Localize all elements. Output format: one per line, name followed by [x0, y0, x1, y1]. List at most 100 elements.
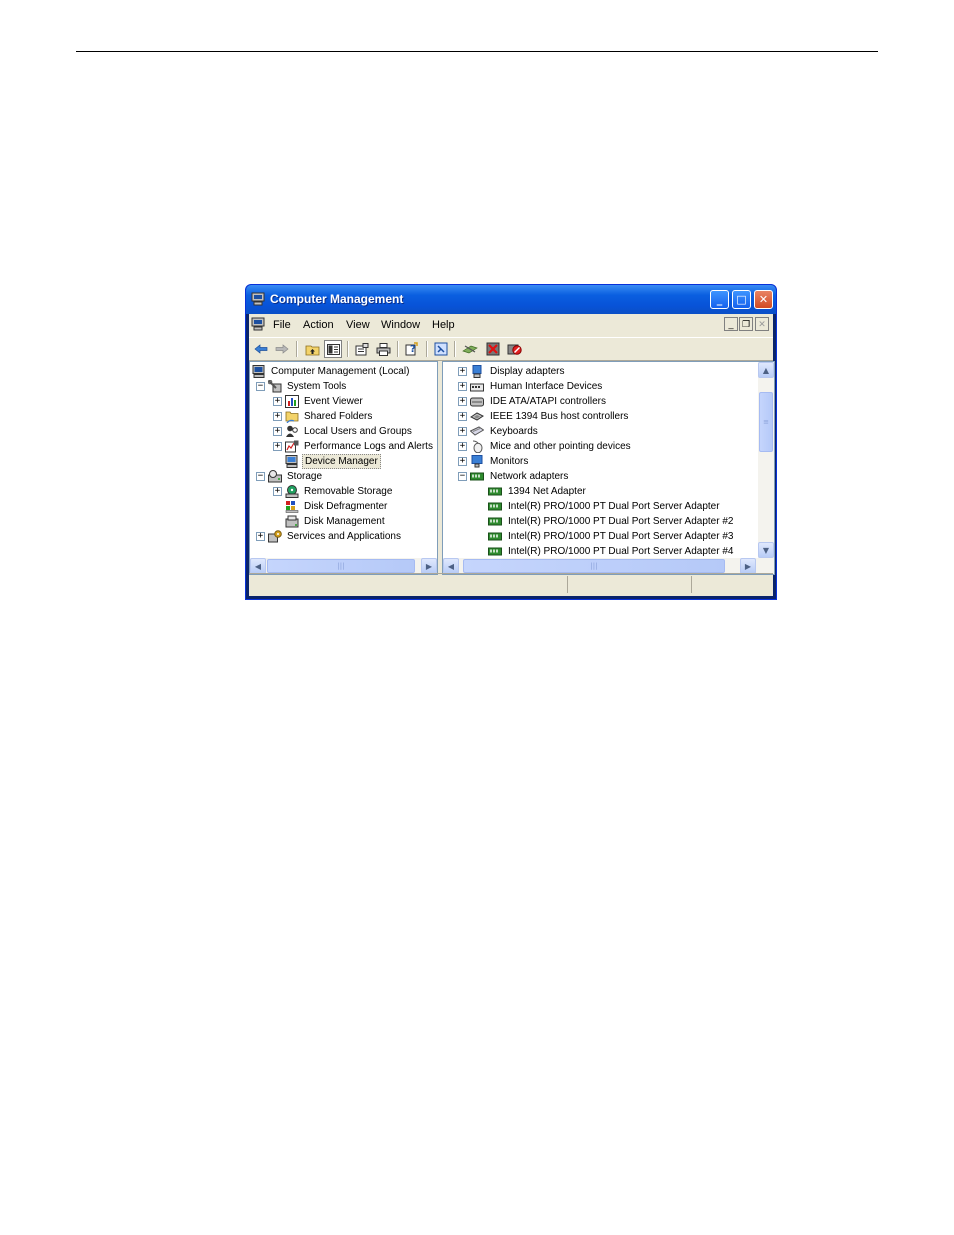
tree-label-selected: Device Manager: [302, 454, 381, 469]
network-adapter-item[interactable]: Intel(R) PRO/1000 PT Dual Port Server Ad…: [444, 514, 756, 529]
network-adapter-item[interactable]: Intel(R) PRO/1000 PT Dual Port Server Ad…: [444, 544, 756, 559]
print-button[interactable]: [374, 340, 392, 358]
menu-help[interactable]: Help: [432, 319, 455, 331]
scan-hardware-button[interactable]: [461, 340, 479, 358]
scroll-left-button[interactable]: ◀: [443, 558, 459, 574]
scroll-left-button[interactable]: ◀: [250, 558, 266, 574]
expand-toggle[interactable]: +: [256, 532, 265, 541]
computer-management-window[interactable]: Computer Management _ □ ✕ File Action Vi…: [245, 284, 777, 600]
title-bar[interactable]: Computer Management _ □ ✕: [246, 285, 776, 314]
monitor-icon: [471, 455, 483, 468]
expand-toggle[interactable]: +: [458, 412, 467, 421]
tree-item-system-tools[interactable]: − System Tools: [251, 379, 436, 394]
scroll-thumb[interactable]: |||: [463, 559, 725, 573]
tree-item-computer-management-local[interactable]: Computer Management (Local): [251, 364, 436, 379]
scroll-down-button[interactable]: ▼: [758, 542, 774, 558]
help-button[interactable]: ?: [403, 340, 421, 358]
tree-label: Removable Storage: [304, 486, 393, 497]
device-category-network-adapters[interactable]: − Network adapters: [444, 469, 756, 484]
expand-toggle[interactable]: +: [273, 427, 282, 436]
show-hide-console-tree-button[interactable]: [324, 340, 342, 358]
mdi-minimize-button[interactable]: _: [724, 317, 738, 331]
scroll-thumb[interactable]: ≡: [759, 392, 773, 452]
right-horizontal-scrollbar[interactable]: ◀ ||| ▶: [443, 558, 774, 574]
device-category-ieee1394[interactable]: + IEEE 1394 Bus host controllers: [444, 409, 756, 424]
computer-management-icon: [251, 292, 265, 306]
removable-storage-icon: [285, 485, 299, 498]
back-arrow-icon: [254, 344, 268, 354]
expand-toggle[interactable]: +: [273, 412, 282, 421]
scroll-right-button[interactable]: ▶: [421, 558, 437, 574]
expand-toggle[interactable]: +: [273, 442, 282, 451]
collapse-toggle[interactable]: −: [256, 382, 265, 391]
menu-action[interactable]: Action: [303, 319, 334, 331]
network-adapter-icon: [488, 532, 502, 541]
device-category-ide[interactable]: + IDE ATA/ATAPI controllers: [444, 394, 756, 409]
tree-item-storage[interactable]: − Storage: [251, 469, 436, 484]
help-icon: ?: [405, 342, 418, 356]
toolbar-separator: [347, 341, 349, 357]
expand-toggle[interactable]: +: [458, 367, 467, 376]
network-adapter-item[interactable]: Intel(R) PRO/1000 PT Dual Port Server Ad…: [444, 529, 756, 544]
device-category-display-adapters[interactable]: + Display adapters: [444, 364, 756, 379]
maximize-button[interactable]: □: [732, 290, 751, 309]
device-category-hid[interactable]: + Human Interface Devices: [444, 379, 756, 394]
expand-toggle[interactable]: +: [458, 382, 467, 391]
expand-toggle[interactable]: +: [458, 457, 467, 466]
mdi-close-button[interactable]: ✕: [755, 317, 769, 331]
tree-item-device-manager[interactable]: Device Manager: [251, 454, 436, 469]
minimize-button[interactable]: _: [710, 290, 729, 309]
defragmenter-icon: [285, 501, 299, 513]
menu-window[interactable]: Window: [381, 319, 420, 331]
close-button[interactable]: ✕: [754, 290, 773, 309]
tree-item-local-users-groups[interactable]: + Local Users and Groups: [251, 424, 436, 439]
disable-button[interactable]: [505, 340, 523, 358]
expand-toggle[interactable]: +: [273, 487, 282, 496]
device-category-keyboards[interactable]: + Keyboards: [444, 424, 756, 439]
details-pane[interactable]: + Display adapters + Human Interface Dev…: [442, 361, 775, 575]
scroll-thumb[interactable]: |||: [267, 559, 415, 573]
forward-button[interactable]: [273, 340, 291, 358]
tree-item-disk-management[interactable]: Disk Management: [251, 514, 436, 529]
expand-toggle[interactable]: +: [273, 397, 282, 406]
collapse-toggle[interactable]: −: [256, 472, 265, 481]
tree-item-performance-logs[interactable]: + Performance Logs and Alerts: [251, 439, 436, 454]
properties-button[interactable]: [353, 340, 371, 358]
device-manager-icon: [285, 455, 298, 468]
tree-label: Local Users and Groups: [304, 426, 412, 437]
expand-toggle[interactable]: +: [458, 442, 467, 451]
right-vertical-scrollbar[interactable]: ▲ ≡ ▼: [758, 362, 774, 558]
tree-item-removable-storage[interactable]: + Removable Storage: [251, 484, 436, 499]
mdi-restore-button[interactable]: ❐: [739, 317, 753, 331]
tools-icon: [268, 380, 282, 393]
collapse-toggle[interactable]: −: [458, 472, 467, 481]
menu-view[interactable]: View: [346, 319, 370, 331]
tree-item-event-viewer[interactable]: + Event Viewer: [251, 394, 436, 409]
show-hide-console-tree-icon: [326, 343, 340, 355]
tree-item-shared-folders[interactable]: + Shared Folders: [251, 409, 436, 424]
left-horizontal-scrollbar[interactable]: ◀ ||| ▶: [250, 558, 437, 574]
scroll-right-button[interactable]: ▶: [740, 558, 756, 574]
keyboard-icon: [470, 426, 484, 436]
tree-item-services-applications[interactable]: + Services and Applications: [251, 529, 436, 544]
refresh-button[interactable]: [432, 340, 450, 358]
uninstall-button[interactable]: [484, 340, 502, 358]
tree-label: Storage: [287, 471, 323, 482]
up-one-level-button[interactable]: [303, 340, 321, 358]
toolbar: ?: [249, 337, 773, 361]
network-adapter-item[interactable]: 1394 Net Adapter: [444, 484, 756, 499]
device-label: Intel(R) PRO/1000 PT Dual Port Server Ad…: [508, 546, 734, 557]
disable-icon: [507, 344, 522, 355]
tree-item-disk-defragmenter[interactable]: Disk Defragmenter: [251, 499, 436, 514]
back-button[interactable]: [252, 340, 270, 358]
device-category-monitors[interactable]: + Monitors: [444, 454, 756, 469]
network-adapter-item[interactable]: Intel(R) PRO/1000 PT Dual Port Server Ad…: [444, 499, 756, 514]
disk-management-icon: [285, 515, 299, 528]
mouse-icon: [472, 440, 483, 453]
device-category-mice[interactable]: + Mice and other pointing devices: [444, 439, 756, 454]
scroll-up-button[interactable]: ▲: [758, 362, 774, 378]
expand-toggle[interactable]: +: [458, 397, 467, 406]
console-tree-pane[interactable]: Computer Management (Local) − System Too…: [249, 361, 438, 575]
expand-toggle[interactable]: +: [458, 427, 467, 436]
menu-file[interactable]: File: [273, 319, 291, 331]
